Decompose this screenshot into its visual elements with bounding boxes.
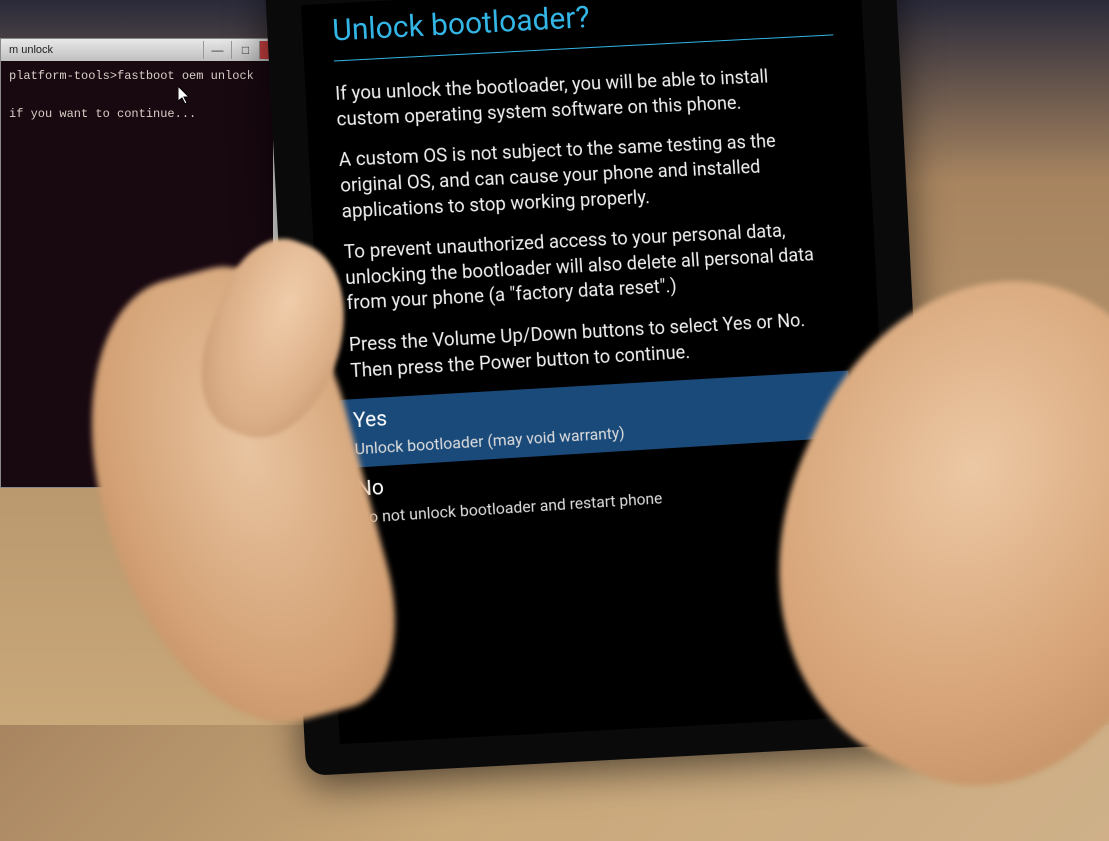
warning-paragraph-4: Press the Volume Up/Down buttons to sele… <box>348 306 836 383</box>
warning-paragraph-3: To prevent unauthorized access to your p… <box>343 216 831 316</box>
terminal-title: m unlock <box>9 44 53 56</box>
warning-paragraph-2: A custom OS is not subject to the same t… <box>338 127 825 224</box>
mouse-cursor-icon <box>178 86 192 111</box>
page-title: Unlock bootloader? <box>332 0 834 62</box>
maximize-button[interactable]: □ <box>231 41 259 59</box>
warning-paragraph-1: If you unlock the bootloader, you will b… <box>334 62 819 131</box>
terminal-line-2: if you want to continue... <box>9 107 196 121</box>
warning-text-block: If you unlock the bootloader, you will b… <box>334 62 846 536</box>
terminal-line-1: platform-tools>fastboot oem unlock <box>9 69 254 83</box>
terminal-titlebar[interactable]: m unlock — □ × <box>1 39 289 61</box>
minimize-button[interactable]: — <box>203 41 231 59</box>
